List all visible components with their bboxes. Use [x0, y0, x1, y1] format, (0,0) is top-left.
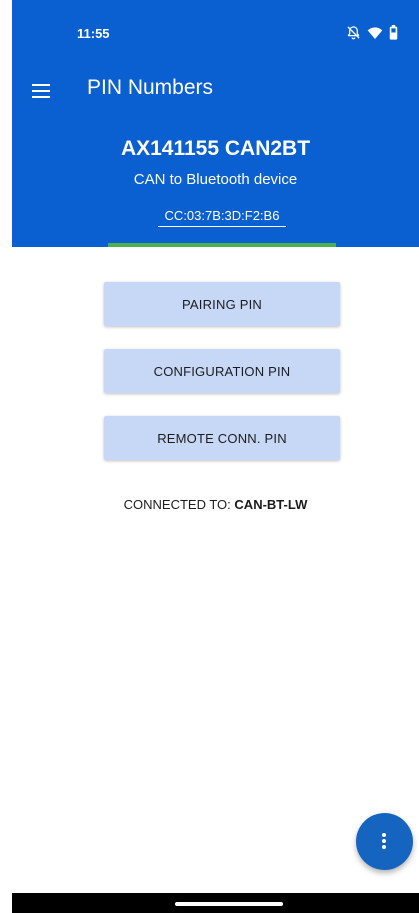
- bell-muted-icon: [347, 26, 360, 40]
- home-gesture-handle[interactable]: [175, 902, 283, 906]
- more-vert-icon: [382, 833, 386, 850]
- page-title: PIN Numbers: [87, 76, 214, 99]
- connection-progress-bar: [108, 243, 336, 247]
- mac-address: CC:03:7B:3D:F2:B6: [158, 208, 286, 227]
- left-margin: [0, 0, 12, 913]
- device-name: AX141155 CAN2BT: [120, 137, 311, 160]
- device-description: CAN to Bluetooth device: [133, 171, 298, 188]
- progress-fill: [108, 243, 336, 247]
- configuration-pin-button[interactable]: CONFIGURATION PIN: [104, 349, 340, 393]
- status-icons: [346, 25, 398, 40]
- menu-icon[interactable]: [32, 82, 56, 100]
- status-time: 11:55: [77, 26, 110, 41]
- more-options-button[interactable]: [356, 813, 413, 870]
- wifi-icon: [367, 26, 383, 39]
- connected-device-name: CAN-BT-LW: [234, 497, 308, 512]
- battery-icon: [389, 25, 398, 40]
- navigation-bar: [12, 893, 419, 913]
- app-header: 11:55 PIN Numbers AX141155 CAN2BT CAN to…: [0, 0, 419, 247]
- connected-label: CONNECTED TO:: [123, 497, 231, 512]
- connection-status: CONNECTED TO: CAN-BT-LW: [12, 497, 419, 512]
- pairing-pin-button[interactable]: PAIRING PIN: [104, 282, 340, 326]
- remote-conn-pin-button[interactable]: REMOTE CONN. PIN: [104, 416, 340, 460]
